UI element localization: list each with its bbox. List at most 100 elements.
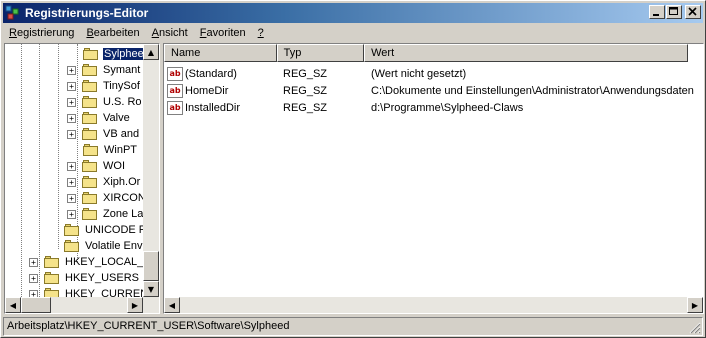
tree-vertical-scrollbar[interactable]: ▲ ▼: [143, 44, 159, 297]
close-button[interactable]: [685, 5, 701, 19]
expand-icon[interactable]: +: [67, 193, 76, 203]
menu-bearbeiten[interactable]: Bearbeiten: [80, 27, 145, 39]
tree-item[interactable]: + WOI: [67, 158, 126, 174]
expand-icon[interactable]: +: [67, 65, 76, 75]
registry-editor-window: Registrierungs-Editor Registrierung Bear…: [0, 0, 706, 338]
folder-icon: [82, 80, 98, 92]
tree-item[interactable]: WinPT: [83, 142, 138, 158]
expand-icon[interactable]: +: [67, 113, 76, 123]
close-icon: [688, 7, 697, 16]
tree-item[interactable]: + Symant: [67, 62, 141, 78]
folder-icon: [82, 176, 98, 188]
value-type: REG_SZ: [283, 84, 328, 97]
value-name: HomeDir: [185, 84, 229, 97]
tree-item-label: UNICODE P: [85, 224, 147, 236]
status-bar: Arbeitsplatz\HKEY_CURRENT_USER\Software\…: [3, 317, 703, 336]
string-value-icon: ab: [167, 100, 183, 115]
value-name: InstalledDir: [185, 101, 241, 114]
value-data: (Wert nicht gesetzt): [371, 67, 467, 80]
title-bar[interactable]: Registrierungs-Editor: [3, 3, 703, 23]
column-header-name[interactable]: Name: [164, 44, 277, 62]
table-row[interactable]: ab HomeDir REG_SZ C:\Dokumente und Einst…: [164, 82, 694, 99]
tree-horizontal-scrollbar[interactable]: ◀ ▶: [5, 297, 159, 313]
tree-item[interactable]: + HKEY_LOCAL_M: [29, 254, 153, 270]
tree-item[interactable]: UNICODE P: [64, 222, 147, 238]
tree-item[interactable]: + Zone La: [67, 206, 144, 222]
folder-icon: [44, 256, 60, 268]
column-header-type[interactable]: Typ: [276, 44, 365, 62]
folder-icon: [64, 240, 80, 252]
tree-item[interactable]: Sylphee: [83, 46, 145, 62]
folder-icon: [82, 112, 98, 124]
tree-item[interactable]: Volatile Env: [64, 238, 143, 254]
tree-item-label: Volatile Env: [85, 240, 143, 252]
tree-item[interactable]: + XIRCON: [67, 190, 147, 206]
tree-item[interactable]: + U.S. Ro: [67, 94, 143, 110]
expand-icon[interactable]: +: [67, 177, 76, 187]
table-row[interactable]: ab (Standard) REG_SZ (Wert nicht gesetzt…: [164, 65, 694, 82]
tree-item[interactable]: + VB and: [67, 126, 140, 142]
scroll-left-button[interactable]: ◀: [164, 297, 180, 313]
string-value-icon: ab: [167, 83, 183, 98]
expand-icon[interactable]: +: [67, 209, 76, 219]
menu-registrierung[interactable]: Registrierung: [3, 27, 80, 39]
expand-icon[interactable]: +: [67, 161, 76, 171]
folder-icon: [82, 208, 98, 220]
scroll-down-button[interactable]: ▼: [143, 281, 159, 297]
arrow-up-icon: ▲: [147, 47, 155, 57]
arrow-down-icon: ▼: [147, 284, 155, 294]
tree-item-label: U.S. Ro: [103, 96, 142, 108]
menu-help[interactable]: ?: [252, 27, 270, 39]
tree-item-label: Sylphee: [103, 48, 145, 60]
menu-bar: Registrierung Bearbeiten Ansicht Favorit…: [3, 24, 270, 42]
minimize-button[interactable]: [649, 5, 665, 19]
menu-ansicht[interactable]: Ansicht: [146, 27, 194, 39]
folder-icon: [82, 64, 98, 76]
column-header-value[interactable]: Wert: [364, 44, 688, 62]
window-title: Registrierungs-Editor: [25, 6, 149, 20]
key-tree-pane[interactable]: Sylphee + Symant + TinySof + U.S. Ro + V…: [4, 43, 160, 314]
scroll-up-button[interactable]: ▲: [143, 44, 159, 60]
minimize-icon: [653, 14, 659, 16]
tree-item-label: HKEY_LOCAL_M: [65, 256, 153, 268]
expand-icon[interactable]: +: [67, 129, 76, 139]
maximize-button[interactable]: [666, 5, 682, 19]
arrow-right-icon: ▶: [691, 300, 699, 310]
folder-open-icon: [83, 48, 99, 60]
table-row[interactable]: ab InstalledDir REG_SZ d:\Programme\Sylp…: [164, 99, 694, 116]
tree-item[interactable]: + Valve: [67, 110, 131, 126]
scroll-right-button[interactable]: ▶: [127, 297, 143, 313]
expand-icon[interactable]: +: [29, 273, 38, 283]
tree-hscroll-thumb[interactable]: [21, 297, 51, 313]
arrow-left-icon: ◀: [9, 300, 17, 310]
value-type: REG_SZ: [283, 101, 328, 114]
expand-icon[interactable]: +: [67, 97, 76, 107]
scroll-left-button[interactable]: ◀: [5, 297, 21, 313]
tree-item[interactable]: + Xiph.Or: [67, 174, 141, 190]
tree-item-label: HKEY_USERS: [65, 272, 139, 284]
arrow-right-icon: ▶: [131, 300, 139, 310]
list-horizontal-scrollbar[interactable]: ◀ ▶: [164, 297, 703, 313]
value-name: (Standard): [185, 67, 237, 80]
tree-item[interactable]: + HKEY_USERS: [29, 270, 140, 286]
folder-icon: [83, 144, 99, 156]
status-path: Arbeitsplatz\HKEY_CURRENT_USER\Software\…: [7, 320, 290, 332]
expand-icon[interactable]: +: [67, 81, 76, 91]
tree-item-label: Zone La: [103, 208, 144, 220]
folder-icon: [64, 224, 80, 236]
tree-item-label: WOI: [103, 160, 125, 172]
maximize-icon: [669, 7, 678, 15]
string-value-icon: ab: [167, 66, 183, 81]
value-data: d:\Programme\Sylpheed-Claws: [371, 101, 524, 114]
folder-icon: [82, 160, 98, 172]
tree-item[interactable]: + TinySof: [67, 78, 141, 94]
expand-icon[interactable]: +: [29, 257, 38, 267]
tree-item-label: Valve: [103, 112, 130, 124]
column-headers: Name Typ Wert: [164, 44, 688, 62]
tree-scroll-thumb[interactable]: [143, 251, 159, 281]
resize-grip-icon[interactable]: [689, 322, 701, 334]
tree-item-label: XIRCON: [103, 192, 146, 204]
values-list-pane[interactable]: Name Typ Wert ab (Standard) REG_SZ (Wert…: [163, 43, 704, 314]
menu-favoriten[interactable]: Favoriten: [194, 27, 252, 39]
scroll-right-button[interactable]: ▶: [687, 297, 703, 313]
